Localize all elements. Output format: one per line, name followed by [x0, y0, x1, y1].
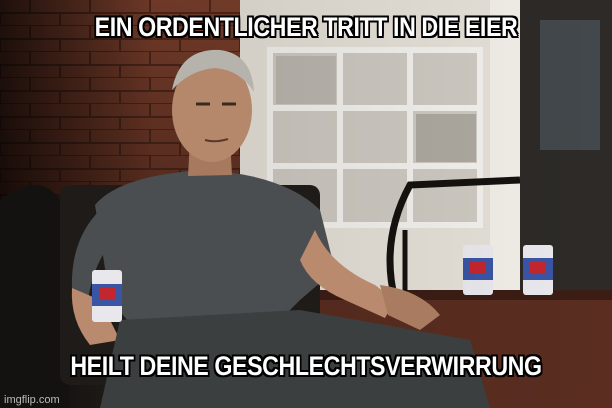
bottom-caption: HEILT DEINE GESCHLECHTSVERWIRRUNG	[70, 351, 542, 381]
imgflip-watermark: imgflip.com	[4, 394, 60, 406]
meme-image: EIN ORDENTLICHER TRITT IN DIE EIER HEILT…	[0, 0, 612, 408]
top-caption: EIN ORDENTLICHER TRITT IN DIE EIER	[94, 12, 518, 42]
beer-can-in-hand	[92, 270, 122, 322]
porch-scene-photo	[0, 0, 612, 408]
